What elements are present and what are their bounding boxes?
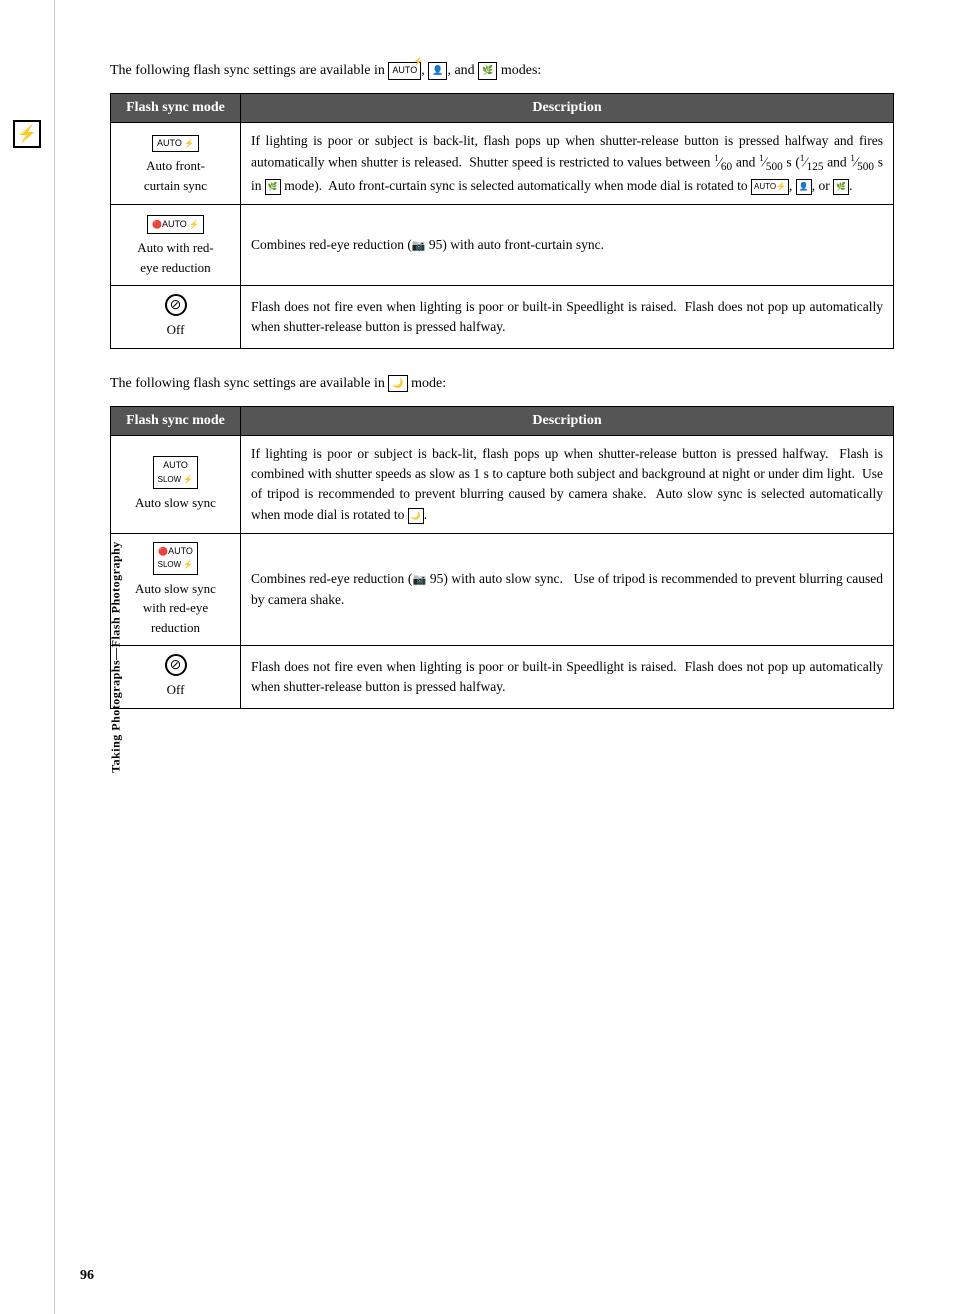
auto-mode-icon: AUTO⚡ [388,60,421,81]
table1-col2-header: Description [241,94,894,123]
section2-intro: The following flash sync settings are av… [110,373,894,394]
mode-cell-slow-redeye: 🔴AUTOSLOW ⚡ Auto slow syncwith red-eyere… [111,533,241,646]
off-desc2: Flash does not fire even when lighting i… [241,646,894,709]
mode-cell-off1: ⊘ Off [111,286,241,349]
off-circle-icon1: ⊘ [165,294,187,316]
auto-redeye-label: Auto with red-eye reduction [121,238,230,277]
mode-cell-redeye: 🔴AUTO ⚡ Auto with red-eye reduction [111,204,241,286]
table1: Flash sync mode Description AUTO ⚡ Auto … [110,93,894,349]
off-icon2: ⊘ [121,654,230,676]
sidebar: ⚡ Taking Photographs—Flash Photography [0,0,55,1314]
table-row: ⊘ Off Flash does not fire even when ligh… [111,286,894,349]
section1-intro: The following flash sync settings are av… [110,60,894,81]
table2-col1-header: Flash sync mode [111,406,241,435]
mode-cell-off2: ⊘ Off [111,646,241,709]
auto-slow-sync-desc: If lighting is poor or subject is back-l… [241,435,894,533]
off-desc1: Flash does not fire even when lighting i… [241,286,894,349]
sidebar-label: Taking Photographs—Flash Photography [108,541,123,773]
auto-redeye-desc: Combines red-eye reduction (📷 95) with a… [241,204,894,286]
auto-front-curtain-label: Auto front-curtain sync [121,156,230,195]
main-content: The following flash sync settings are av… [110,60,894,709]
auto-slow-redeye-desc: Combines red-eye reduction (📷 95) with a… [241,533,894,646]
mode-cell-auto-front: AUTO ⚡ Auto front-curtain sync [111,123,241,205]
table-row: AUTOSLOW ⚡ Auto slow sync If lighting is… [111,435,894,533]
page-number: 96 [80,1268,94,1284]
off-circle-icon2: ⊘ [165,654,187,676]
table-row: 🔴AUTOSLOW ⚡ Auto slow syncwith red-eyere… [111,533,894,646]
auto-front-curtain-desc: If lighting is poor or subject is back-l… [241,123,894,205]
off-label2: Off [121,680,230,700]
table-row: ⊘ Off Flash does not fire even when ligh… [111,646,894,709]
table1-col1-header: Flash sync mode [111,94,241,123]
mode-cell-slow-sync: AUTOSLOW ⚡ Auto slow sync [111,435,241,533]
table-row: AUTO ⚡ Auto front-curtain sync If lighti… [111,123,894,205]
auto-front-curtain-icon: AUTO ⚡ [121,132,230,153]
auto-slow-sync-label: Auto slow sync [121,493,230,513]
table-row: 🔴AUTO ⚡ Auto with red-eye reduction Comb… [111,204,894,286]
table2-col2-header: Description [241,406,894,435]
auto-slow-redeye-label: Auto slow syncwith red-eyereduction [121,579,230,638]
auto-slow-sync-icon: AUTOSLOW ⚡ [121,456,230,489]
table2: Flash sync mode Description AUTOSLOW ⚡ A… [110,406,894,709]
flash-icon: ⚡ [13,120,41,148]
auto-slow-redeye-icon: 🔴AUTOSLOW ⚡ [121,542,230,575]
off-icon1: ⊘ [121,294,230,316]
auto-redeye-icon: 🔴AUTO ⚡ [121,213,230,235]
page: ⚡ Taking Photographs—Flash Photography T… [0,0,954,1314]
off-label1: Off [121,320,230,340]
